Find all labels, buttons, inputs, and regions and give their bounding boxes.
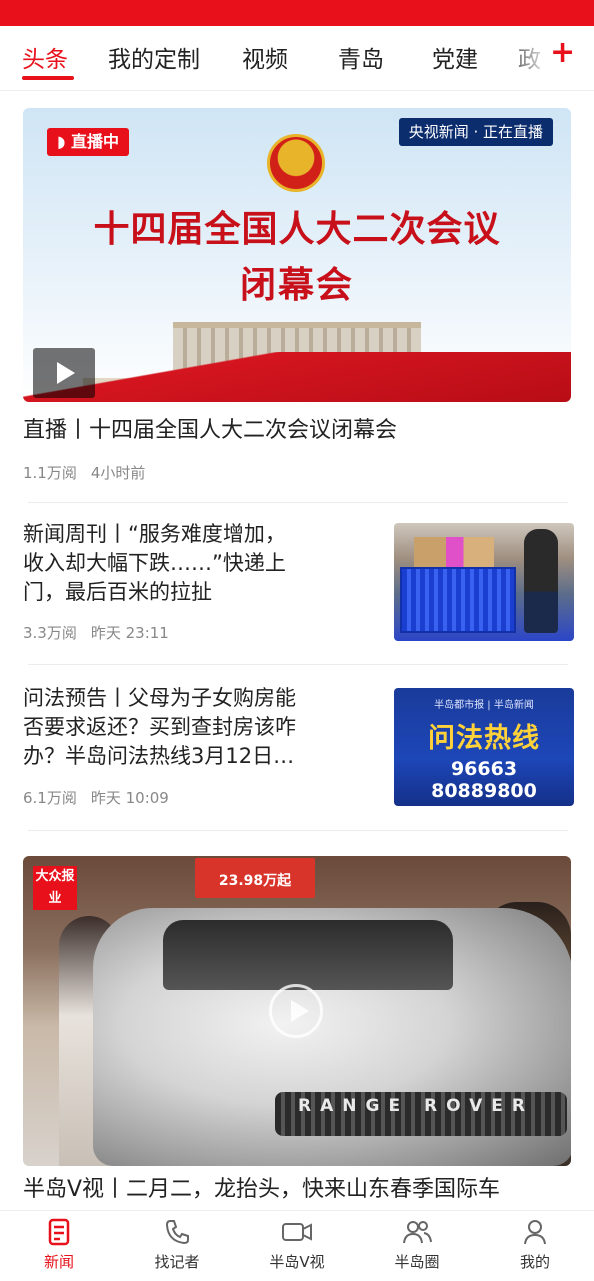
publish-time: 昨天 10:09 [90, 789, 169, 807]
publish-time: 昨天 23:11 [90, 624, 169, 642]
nav-label: 我的 [519, 1253, 550, 1271]
delivery-cart [400, 567, 516, 633]
article-thumbnail[interactable] [394, 523, 574, 641]
divider [28, 502, 568, 503]
tab-my-custom[interactable]: 我的定制 [108, 40, 200, 74]
publish-time: 4小时前 [90, 464, 146, 482]
national-emblem-icon [267, 134, 325, 192]
hotline-number: 80889800 [431, 780, 537, 802]
video-camera-icon [238, 1217, 356, 1247]
title-line: 问法预告丨父母为子女购房能 [23, 686, 296, 710]
live-article-meta: 1.1万阅 4小时前 [23, 462, 145, 483]
courier-figure [524, 529, 558, 633]
bottom-navigation: 新闻 找记者 半岛V视 半岛圈 我的 [0, 1210, 594, 1281]
nav-label: 新闻 [43, 1253, 74, 1271]
video-cover-image[interactable]: 大众报业 23.98万起 RANGE ROVER [23, 856, 571, 1166]
tab-fade [500, 26, 594, 88]
thumb-source: 半岛都市报 | 半岛新闻 [434, 700, 534, 711]
dazhong-baoye-sign: 大众报业 [33, 866, 77, 910]
hotline-number: 96663 [450, 758, 518, 780]
article-meta: 6.1万阅 昨天 10:09 [23, 787, 169, 808]
play-icon[interactable] [33, 348, 95, 398]
plus-icon[interactable]: + [550, 38, 575, 68]
price-board: 23.98万起 [195, 858, 315, 898]
tab-party[interactable]: 党建 [432, 40, 478, 74]
nav-label: 半岛圈 [394, 1253, 440, 1271]
view-count: 3.3万阅 [23, 624, 77, 642]
article-thumbnail[interactable]: 半岛都市报 | 半岛新闻 问法热线 96663 80889800 [394, 688, 574, 806]
channel-badge: 央视新闻 · 正在直播 [398, 118, 553, 146]
live-badge: ◗ 直播中 [47, 128, 130, 156]
news-icon [0, 1217, 118, 1247]
play-icon[interactable] [269, 984, 323, 1038]
divider [28, 830, 568, 831]
title-line: 门，最后百米的拉扯 [23, 580, 212, 604]
divider [28, 664, 568, 665]
car-windshield [163, 920, 453, 990]
tab-video[interactable]: 视频 [242, 40, 288, 74]
title-line: 办？半岛问法热线3月12日… [23, 744, 295, 768]
nav-label: 找记者 [154, 1253, 200, 1271]
title-line: 新闻周刊丨“服务难度增加， [23, 522, 286, 546]
car-brand-text: RANGE ROVER [298, 1096, 534, 1116]
nav-bandao-circle[interactable]: 半岛圈 [358, 1211, 476, 1281]
active-tab-indicator [22, 76, 74, 80]
article-title[interactable]: 问法预告丨父母为子女购房能 否要求返还？买到查封房该咋 办？半岛问法热线3月12… [23, 684, 363, 771]
article-meta: 3.3万阅 昨天 23:11 [23, 622, 169, 643]
channel-tab-bar: 头条 我的定制 视频 青岛 党建 政 + [0, 26, 594, 91]
nav-find-reporter[interactable]: 找记者 [118, 1211, 236, 1281]
live-banner-image[interactable]: ◗ 直播中 央视新闻 · 正在直播 十四届全国人大二次会议 闭幕会 [23, 108, 571, 402]
video-article-title[interactable]: 半岛V视丨二月二，龙抬头，快来山东春季国际车 [23, 1175, 500, 1205]
banner-title-line2: 闭幕会 [239, 265, 354, 306]
tab-qingdao[interactable]: 青岛 [338, 40, 384, 74]
tab-headlines[interactable]: 头条 [22, 40, 68, 74]
parcel-boxes [414, 537, 494, 571]
title-line: 收入却大幅下跌……”快递上 [23, 551, 286, 575]
title-line: 否要求返还？买到查封房该咋 [23, 715, 296, 739]
community-icon [358, 1217, 476, 1247]
red-flag-wave [23, 352, 571, 402]
phone-icon [118, 1217, 236, 1247]
banner-title-line1: 十四届全国人大二次会议 [93, 209, 501, 250]
nav-bandao-video[interactable]: 半岛V视 [238, 1211, 356, 1281]
profile-icon [476, 1217, 594, 1247]
view-count: 1.1万阅 [23, 464, 77, 482]
thumb-title: 问法热线 [428, 723, 540, 754]
status-bar [0, 0, 594, 26]
nav-news[interactable]: 新闻 [0, 1211, 118, 1281]
view-count: 6.1万阅 [23, 789, 77, 807]
live-article-title[interactable]: 直播丨十四届全国人大二次会议闭幕会 [23, 416, 397, 446]
article-title[interactable]: 新闻周刊丨“服务难度增加， 收入却大幅下跌……”快递上 门，最后百米的拉扯 [23, 520, 363, 607]
nav-label: 半岛V视 [269, 1253, 325, 1271]
nav-mine[interactable]: 我的 [476, 1211, 594, 1281]
